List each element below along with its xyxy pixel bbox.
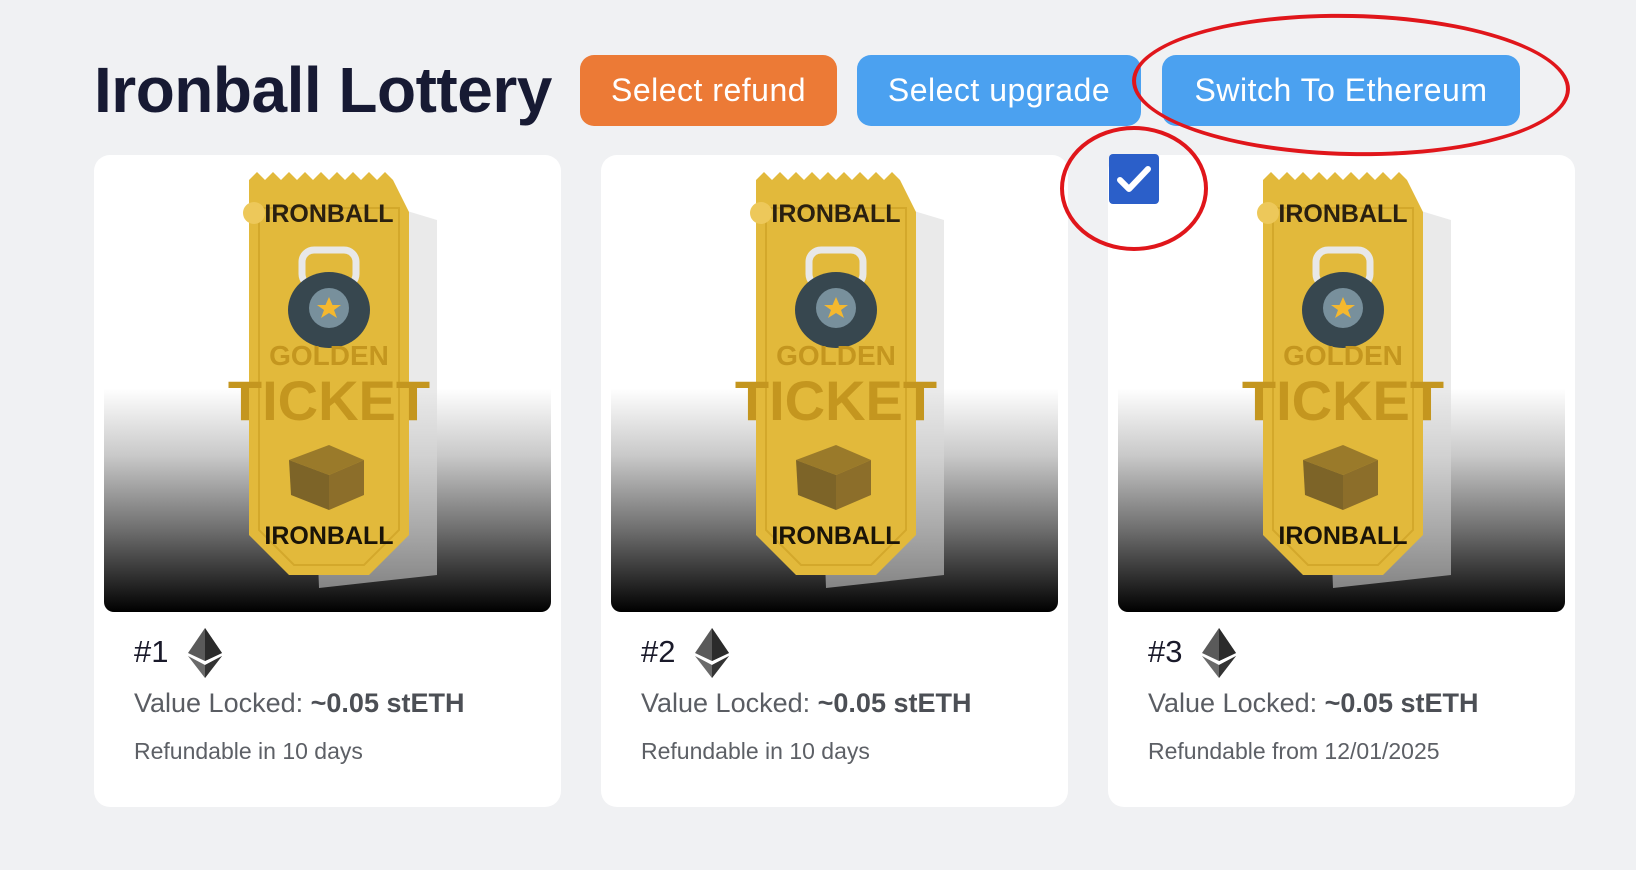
value-locked-label: Value Locked: (1148, 688, 1318, 718)
checkmark-icon (1117, 166, 1151, 192)
ticket-image[interactable]: IRONBALL GOLDEN TICKET IRONBALL (104, 165, 551, 612)
ethereum-icon (1202, 628, 1236, 678)
switch-to-ethereum-button[interactable]: Switch To Ethereum (1162, 55, 1520, 126)
refund-status: Refundable in 10 days (641, 738, 870, 764)
refund-status: Refundable in 10 days (134, 738, 363, 764)
svg-text:IRONBALL: IRONBALL (1278, 522, 1407, 550)
ticket-number: #3 (1148, 634, 1183, 669)
value-locked-amount: ~0.05 stETH (310, 688, 465, 718)
value-locked-label: Value Locked: (134, 688, 304, 718)
svg-text:TICKET: TICKET (735, 369, 937, 432)
page-title: Ironball Lottery (94, 54, 552, 126)
svg-text:IRONBALL: IRONBALL (1278, 200, 1407, 228)
svg-text:IRONBALL: IRONBALL (771, 200, 900, 228)
ethereum-icon (188, 628, 222, 678)
ticket-card[interactable]: IRONBALL GOLDEN TICKET IRONBALL #1 Value… (94, 155, 561, 807)
value-locked-amount: ~0.05 stETH (817, 688, 972, 718)
svg-text:GOLDEN: GOLDEN (776, 340, 896, 371)
svg-text:IRONBALL: IRONBALL (264, 200, 393, 228)
select-upgrade-button[interactable]: Select upgrade (857, 55, 1141, 126)
value-locked: Value Locked: ~0.05 stETH (134, 685, 464, 721)
golden-ticket-icon: IRONBALL GOLDEN TICKET IRONBALL (228, 172, 437, 588)
ticket-image[interactable]: IRONBALL GOLDEN TICKET IRONBALL (611, 165, 1058, 612)
ticket-card[interactable]: IRONBALL GOLDEN TICKET IRONBALL #2 Value… (601, 155, 1068, 807)
select-checkbox[interactable] (1109, 154, 1159, 204)
svg-text:IRONBALL: IRONBALL (771, 522, 900, 550)
golden-ticket-icon: IRONBALL GOLDEN TICKET IRONBALL (735, 172, 944, 588)
select-refund-button[interactable]: Select refund (580, 55, 837, 126)
svg-text:IRONBALL: IRONBALL (264, 522, 393, 550)
refund-status: Refundable from 12/01/2025 (1148, 738, 1440, 764)
ticket-number: #1 (134, 634, 169, 669)
ethereum-icon (695, 628, 729, 678)
svg-text:GOLDEN: GOLDEN (1283, 340, 1403, 371)
ticket-image[interactable]: IRONBALL GOLDEN TICKET IRONBALL (1118, 165, 1565, 612)
value-locked-amount: ~0.05 stETH (1324, 688, 1479, 718)
svg-text:TICKET: TICKET (228, 369, 430, 432)
value-locked-label: Value Locked: (641, 688, 811, 718)
ticket-number: #2 (641, 634, 676, 669)
golden-ticket-icon: IRONBALL GOLDEN TICKET IRONBALL (1242, 172, 1451, 588)
value-locked: Value Locked: ~0.05 stETH (1148, 685, 1478, 721)
svg-text:GOLDEN: GOLDEN (269, 340, 389, 371)
ticket-card[interactable]: IRONBALL GOLDEN TICKET IRONBALL #3 Value… (1108, 155, 1575, 807)
value-locked: Value Locked: ~0.05 stETH (641, 685, 971, 721)
svg-text:TICKET: TICKET (1242, 369, 1444, 432)
